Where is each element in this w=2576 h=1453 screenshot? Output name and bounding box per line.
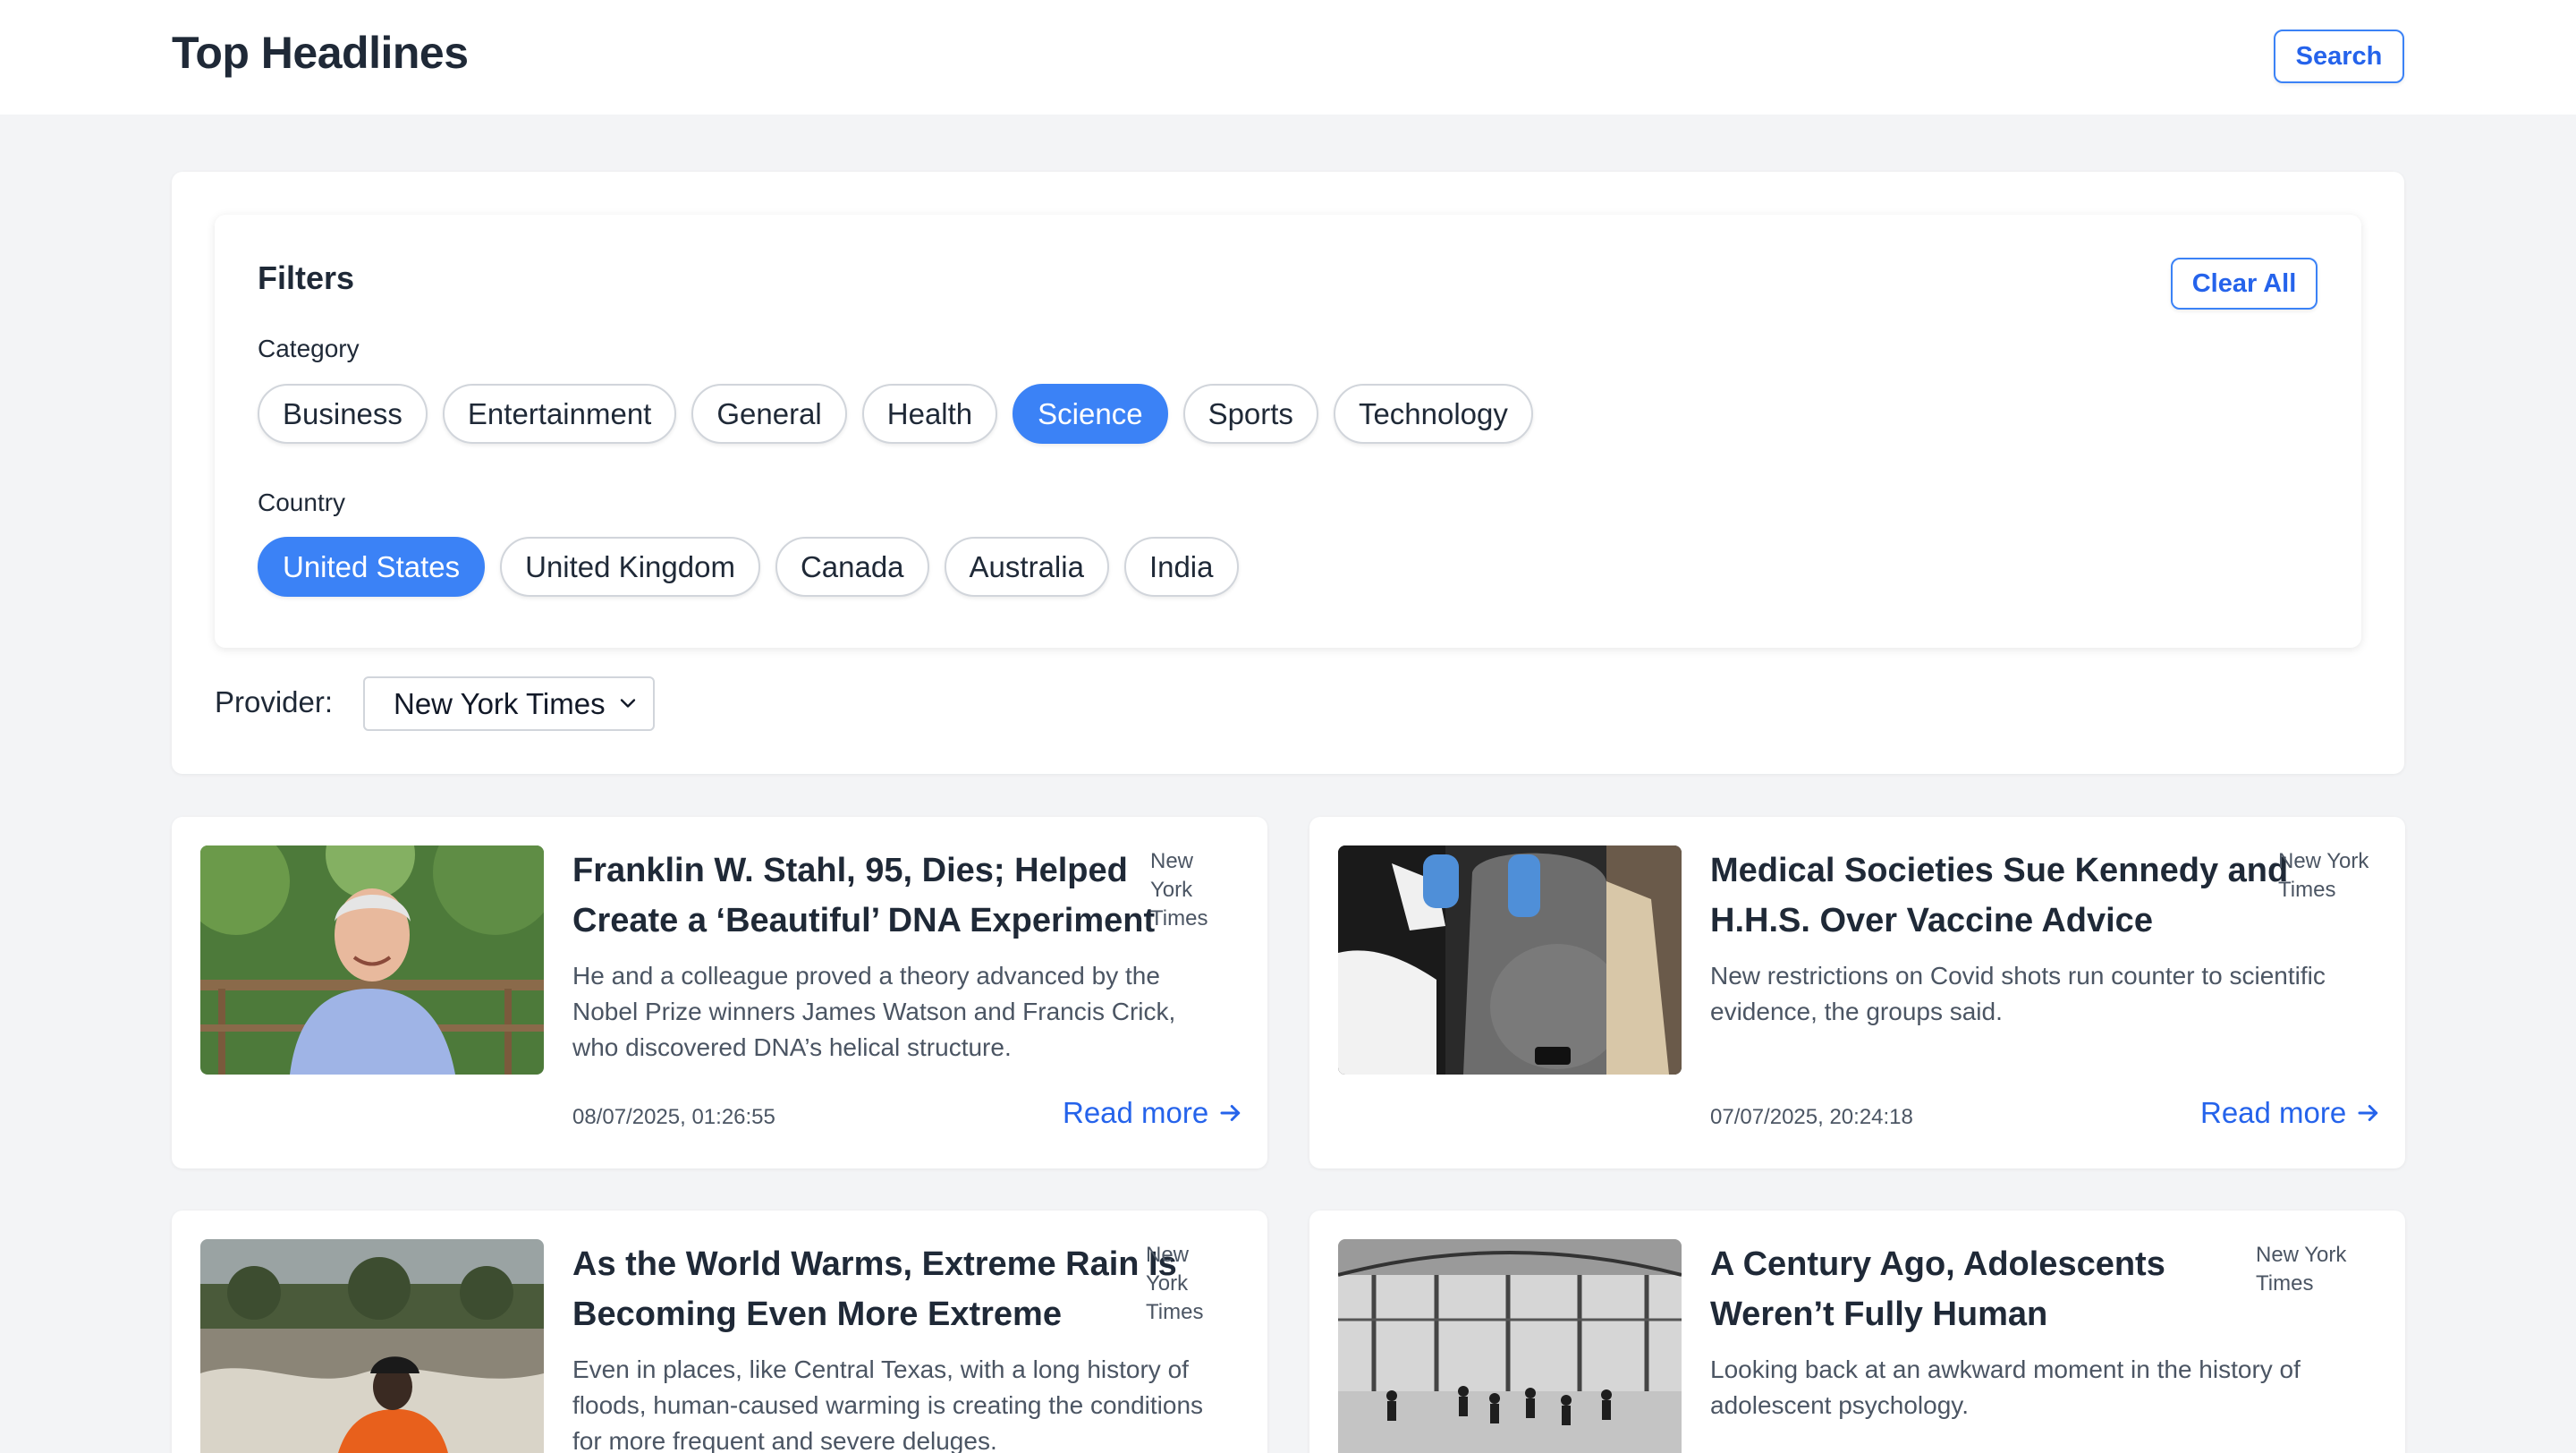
- vaccination-photo-icon[interactable]: [1338, 845, 1682, 1075]
- country-chip-united-states[interactable]: United States: [258, 537, 486, 597]
- article-source: New York Times: [2278, 849, 2369, 902]
- article-description: Even in places, like Central Texas, with…: [572, 1355, 1204, 1453]
- country-chips: United States United Kingdom Canada Aust…: [258, 537, 1239, 597]
- category-chip-business[interactable]: Business: [258, 384, 428, 444]
- article-title[interactable]: As the World Warms, Extreme Rain Is Beco…: [572, 1239, 1177, 1339]
- article-date: 07/07/2025, 20:24:18: [1710, 1105, 1913, 1129]
- article-description: New restrictions on Covid shots run coun…: [1710, 962, 2326, 1025]
- article-card: A Century Ago, Adolescents Weren’t Fully…: [1309, 1211, 2405, 1453]
- article-title[interactable]: A Century Ago, Adolescents Weren’t Fully…: [1710, 1239, 2165, 1339]
- filters-title: Filters: [258, 259, 355, 296]
- vintage-gym-photo-icon[interactable]: [1338, 1239, 1682, 1453]
- article-card: As the World Warms, Extreme Rain Is Beco…: [172, 1211, 1267, 1453]
- provider-select[interactable]: New York Times: [363, 676, 655, 731]
- category-chip-science[interactable]: Science: [1013, 384, 1168, 444]
- article-date: 08/07/2025, 01:26:55: [572, 1105, 775, 1129]
- provider-label: Provider:: [215, 685, 334, 718]
- article-source: New York Times: [2256, 1243, 2347, 1296]
- country-chip-india[interactable]: India: [1123, 537, 1239, 597]
- country-chip-australia[interactable]: Australia: [944, 537, 1109, 597]
- portrait-photo-icon[interactable]: [200, 845, 544, 1075]
- read-more-link[interactable]: Read more: [2200, 1096, 2382, 1130]
- country-label: Country: [258, 489, 346, 516]
- chevron-down-icon: [620, 699, 636, 708]
- country-chip-united-kingdom[interactable]: United Kingdom: [500, 537, 760, 597]
- category-label: Category: [258, 335, 360, 362]
- category-chip-entertainment[interactable]: Entertainment: [442, 384, 677, 444]
- arrow-right-icon: [2358, 1105, 2378, 1121]
- article-card: Franklin W. Stahl, 95, Dies; Helped Crea…: [172, 817, 1267, 1168]
- read-more-link[interactable]: Read more: [1063, 1096, 1244, 1130]
- country-chip-canada[interactable]: Canada: [775, 537, 929, 597]
- article-source: New York Times: [1150, 849, 1208, 930]
- article-source: New York Times: [1146, 1243, 1204, 1324]
- filter-panel: Filters Clear All Category Business Ente…: [172, 172, 2404, 774]
- category-chip-general[interactable]: General: [691, 384, 847, 444]
- provider-select-value: New York Times: [394, 686, 606, 720]
- flood-photo-icon[interactable]: [200, 1239, 544, 1453]
- search-button[interactable]: Search: [2274, 30, 2404, 83]
- category-chip-health[interactable]: Health: [861, 384, 998, 444]
- article-card: Medical Societies Sue Kennedy and H.H.S.…: [1309, 817, 2405, 1168]
- filters-card: Filters Clear All Category Business Ente…: [215, 215, 2361, 648]
- article-title[interactable]: Franklin W. Stahl, 95, Dies; Helped Crea…: [572, 845, 1155, 946]
- category-chips: Business Entertainment General Health Sc…: [258, 384, 1533, 444]
- article-title[interactable]: Medical Societies Sue Kennedy and H.H.S.…: [1710, 845, 2288, 946]
- clear-all-button[interactable]: Clear All: [2171, 258, 2318, 310]
- category-chip-technology[interactable]: Technology: [1333, 384, 1533, 444]
- category-chip-sports[interactable]: Sports: [1182, 384, 1318, 444]
- top-bar: Top Headlines Search: [0, 0, 2576, 115]
- page-title: Top Headlines: [172, 28, 469, 78]
- article-description: Looking back at an awkward moment in the…: [1710, 1355, 2301, 1419]
- article-description: He and a colleague proved a theory advan…: [572, 962, 1176, 1061]
- arrow-right-icon: [1220, 1105, 1241, 1121]
